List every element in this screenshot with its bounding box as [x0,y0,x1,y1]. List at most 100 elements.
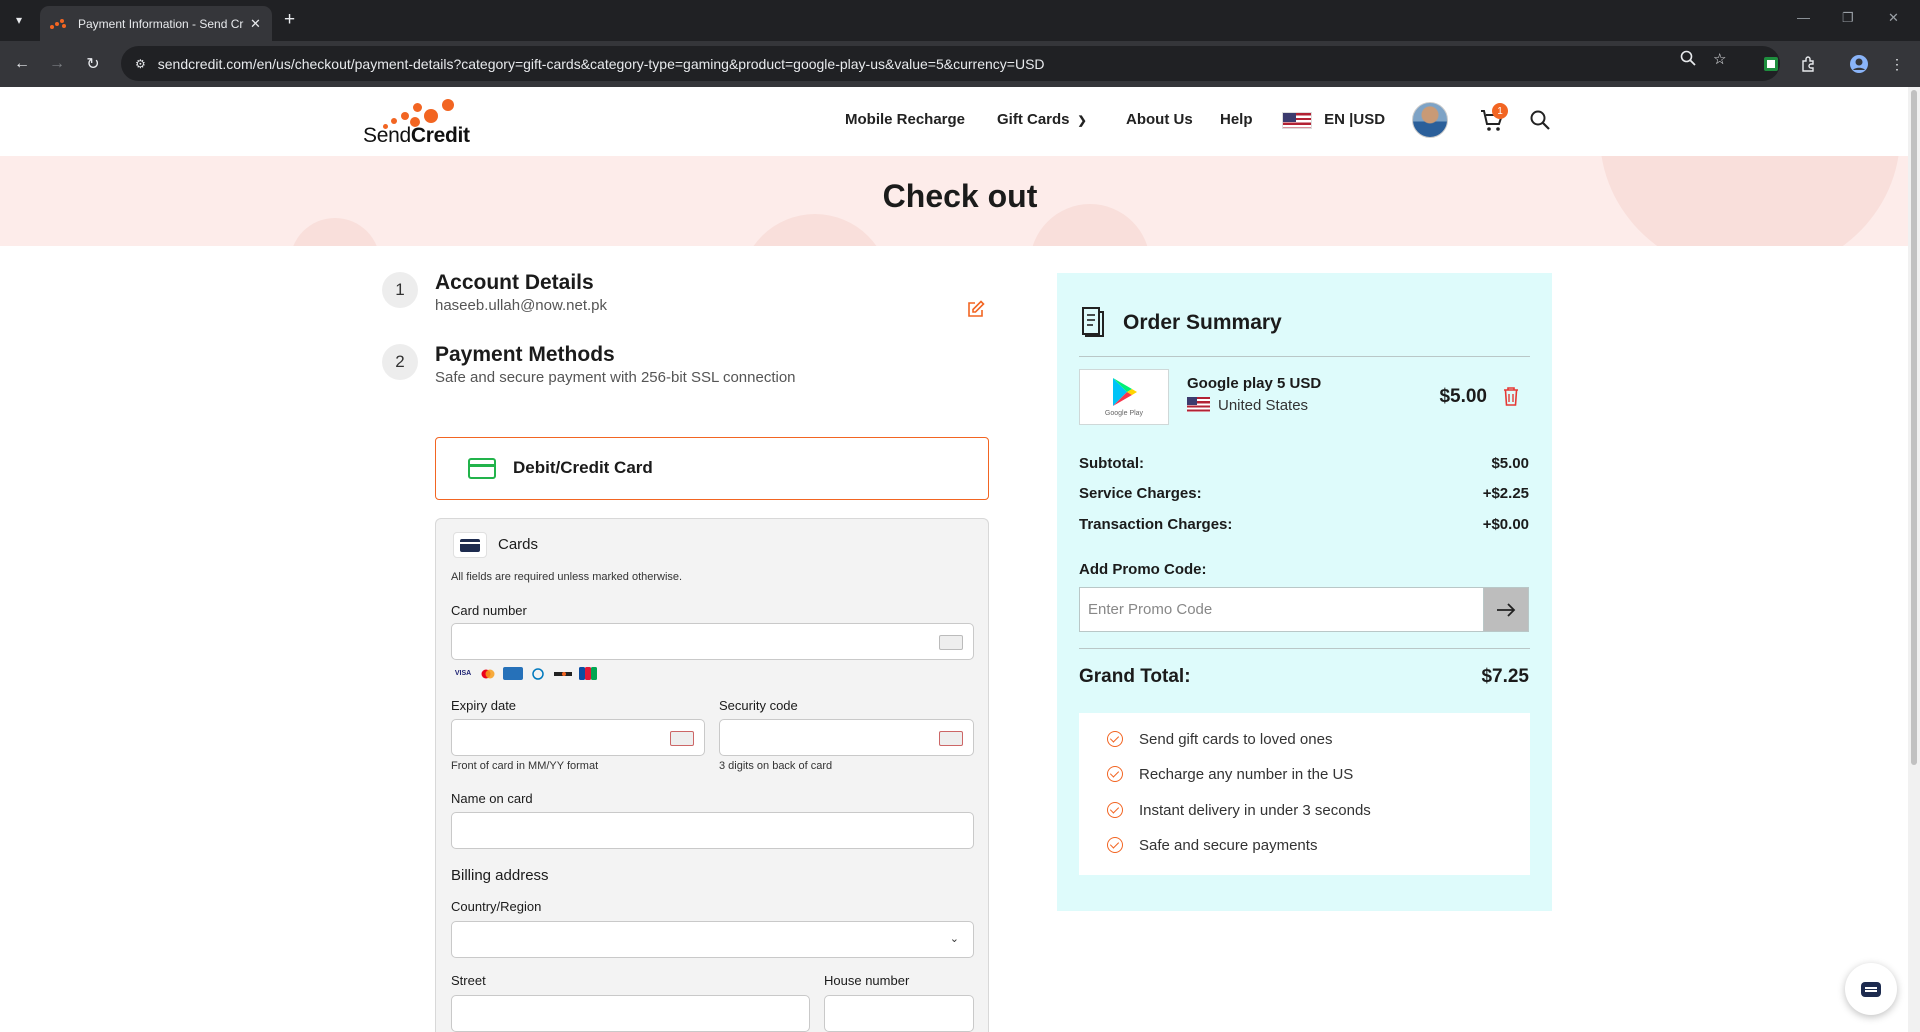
arrow-right-icon [1497,602,1516,617]
close-window-icon[interactable]: ✕ [1888,10,1899,26]
list-item: Send gift cards to loved ones [1107,731,1332,748]
site-info-icon[interactable]: ⚙ [135,57,146,71]
tab-list-icon[interactable]: ▾ [8,9,30,31]
visa-icon: VISA [454,670,472,677]
discover-icon [553,667,573,680]
subtotal-label: Subtotal: [1079,455,1144,472]
name-on-card-label: Name on card [451,791,533,806]
house-number-label: House number [824,973,910,988]
sendcredit-logo[interactable]: SendCredit [363,95,475,151]
card-front-icon [670,731,694,746]
list-item: Instant delivery in under 3 seconds [1107,802,1371,819]
check-circle-icon [1107,766,1123,782]
card-back-icon [939,731,963,746]
page-title: Check out [882,178,1038,214]
edit-icon[interactable] [967,300,985,318]
list-item: Recharge any number in the US [1107,766,1353,783]
debit-credit-card-option[interactable]: Debit/Credit Card [435,437,989,500]
chat-button[interactable] [1845,963,1897,1015]
address-bar[interactable]: ⚙ sendcredit.com/en/us/checkout/payment-… [121,46,1780,81]
new-tab-icon[interactable]: + [284,10,295,30]
more-icon[interactable]: ⋮ [1886,53,1908,75]
billing-address-title: Billing address [451,867,549,884]
card-number-label: Card number [451,603,527,618]
puzzle-icon[interactable] [1797,53,1819,75]
step-number-2: 2 [382,344,418,380]
grand-total-label: Grand Total: [1079,666,1191,687]
card-icon [453,532,487,558]
forward-icon[interactable]: → [46,53,68,75]
browser-tab-bar: ▾ Payment Information - Send Cr ✕ + — ❐ … [0,0,1920,41]
search-icon[interactable] [1530,110,1552,132]
order-summary-title: Order Summary [1123,311,1282,334]
transaction-charges-label: Transaction Charges: [1079,516,1233,533]
language-code: EN [1324,111,1346,128]
nav-mobile-recharge[interactable]: Mobile Recharge [845,111,965,128]
profile-icon[interactable] [1848,53,1870,75]
chat-icon [1861,981,1881,997]
check-circle-icon [1107,837,1123,853]
grand-total-value: $7.25 [1481,666,1529,687]
site-header: SendCredit Mobile Recharge Gift Cards ❯ A… [0,87,1920,156]
divider [1079,648,1530,649]
tab-title: Payment Information - Send Cr [78,16,244,31]
reload-icon[interactable]: ↻ [82,53,104,75]
jcb-icon [578,667,598,680]
check-circle-icon [1107,802,1123,818]
close-tab-icon[interactable]: ✕ [250,16,261,32]
user-avatar[interactable] [1412,102,1448,138]
us-flag-icon [1187,397,1210,412]
name-on-card-input[interactable] [451,812,974,849]
trash-icon[interactable] [1503,387,1519,406]
url-text: sendcredit.com/en/us/checkout/payment-de… [157,55,1045,72]
card-number-input[interactable] [451,623,974,660]
divider [1079,356,1530,357]
back-icon[interactable]: ← [11,53,33,75]
street-label: Street [451,973,486,988]
card-form-panel: Cards All fields are required unless mar… [435,518,989,1032]
expiry-hint: Front of card in MM/YY format [451,760,599,772]
chevron-down-icon: ⌄ [949,933,959,945]
credit-card-icon [468,458,496,479]
nav-help[interactable]: Help [1220,111,1253,128]
security-code-input[interactable] [719,719,974,756]
service-charges-value: +$2.25 [1482,485,1529,502]
promo-code-label: Add Promo Code: [1079,561,1207,578]
currency-code: USD [1353,111,1386,128]
scrollbar-thumb[interactable] [1911,90,1917,765]
street-input[interactable] [451,995,810,1032]
order-summary-panel: Order Summary Google Play Google play 5 … [1057,273,1552,911]
zoom-icon[interactable] [1680,50,1696,70]
product-country: United States [1187,397,1308,414]
minimize-icon[interactable]: — [1797,10,1810,25]
cards-section-title: Cards [498,536,539,553]
browser-toolbar: ← → ↻ ⚙ sendcredit.com/en/us/checkout/pa… [0,41,1920,87]
expiry-date-label: Expiry date [451,698,517,713]
house-number-input[interactable] [824,995,974,1032]
mastercard-icon [478,667,498,680]
service-charges-label: Service Charges: [1079,485,1202,502]
site-favicon-icon [50,18,68,29]
nav-about-us[interactable]: About Us [1126,111,1193,128]
nav-gift-cards[interactable]: Gift Cards ❯ [997,111,1087,128]
browser-tab[interactable]: Payment Information - Send Cr ✕ [40,6,272,41]
account-email: haseeb.ullah@now.net.pk [435,297,608,314]
promo-code-input[interactable] [1079,587,1485,632]
restore-icon[interactable]: ❐ [1842,10,1854,26]
receipt-icon [1079,306,1107,343]
step-number-1: 1 [382,272,418,308]
product-image-caption: Google Play [1104,410,1144,417]
bookmark-star-icon[interactable]: ☆ [1713,50,1726,68]
card-placeholder-icon [939,635,963,650]
security-hint: 3 digits on back of card [719,760,833,772]
country-region-select[interactable]: ⌄ [451,921,974,958]
language-currency-selector[interactable]: EN |USD [1282,111,1385,129]
check-circle-icon [1107,731,1123,747]
extension-icon[interactable] [1760,53,1782,75]
expiry-date-input[interactable] [451,719,705,756]
product-name: Google play 5 USD [1187,375,1322,392]
product-price: $5.00 [1439,386,1487,407]
apply-promo-button[interactable] [1483,587,1529,632]
security-code-label: Security code [719,698,798,713]
account-details-title: Account Details [435,271,594,294]
